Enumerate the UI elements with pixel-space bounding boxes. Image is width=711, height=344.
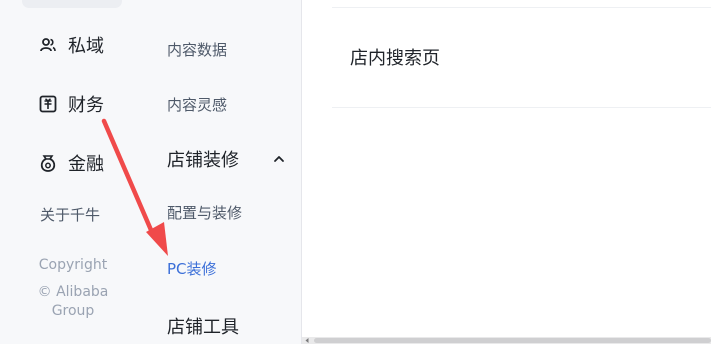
rail-item-label: 金融 bbox=[68, 154, 104, 175]
copyright-line: Copyright bbox=[38, 257, 108, 273]
page-row-store-search[interactable]: 店内搜索页 bbox=[350, 44, 440, 70]
sub-item-content-inspiration[interactable]: 内容灵感 bbox=[167, 94, 227, 115]
copyright-line: © Alibaba bbox=[37, 284, 109, 300]
group-header-label: 店铺工具 bbox=[167, 317, 239, 338]
rail-item-finance[interactable]: 财务 bbox=[38, 89, 104, 119]
users-icon bbox=[38, 35, 58, 55]
rail-item-finance-services[interactable]: 金融 bbox=[38, 148, 104, 178]
rail-top-highlight bbox=[22, 0, 122, 8]
scroll-left-icon[interactable] bbox=[303, 337, 311, 344]
rail-item-private-domain[interactable]: 私域 bbox=[38, 30, 104, 60]
copyright-text: Copyright © Alibaba Group bbox=[22, 256, 124, 321]
sub-menu: 内容数据 内容灵感 店铺装修 配置与装修 PC装修 店铺工具 bbox=[140, 0, 302, 344]
scrollbar-thumb[interactable] bbox=[314, 338, 711, 343]
rail-item-label: 财务 bbox=[68, 95, 104, 116]
horizontal-scrollbar[interactable] bbox=[302, 337, 711, 344]
group-header-store-decoration[interactable]: 店铺装修 bbox=[167, 146, 287, 172]
left-rail: 私域 财务 金融 关于千牛 Copyright © Alibaba Group bbox=[0, 0, 140, 344]
group-header-store-tools[interactable]: 店铺工具 bbox=[167, 313, 287, 339]
row-divider bbox=[332, 107, 711, 108]
money-bag-icon bbox=[38, 153, 58, 173]
finance-icon bbox=[38, 94, 58, 114]
rail-item-label: 私域 bbox=[68, 36, 104, 57]
group-header-label: 店铺装修 bbox=[167, 150, 239, 171]
main-content: 店内搜索页 bbox=[302, 0, 711, 344]
sub-item-pc-decoration[interactable]: PC装修 bbox=[167, 258, 217, 279]
sub-item-config-decoration[interactable]: 配置与装修 bbox=[167, 202, 242, 223]
chevron-up-icon bbox=[271, 151, 287, 167]
sub-item-content-data[interactable]: 内容数据 bbox=[167, 39, 227, 60]
about-link[interactable]: 关于千牛 bbox=[40, 204, 100, 225]
row-divider bbox=[332, 7, 711, 8]
copyright-line: Group bbox=[51, 303, 95, 319]
